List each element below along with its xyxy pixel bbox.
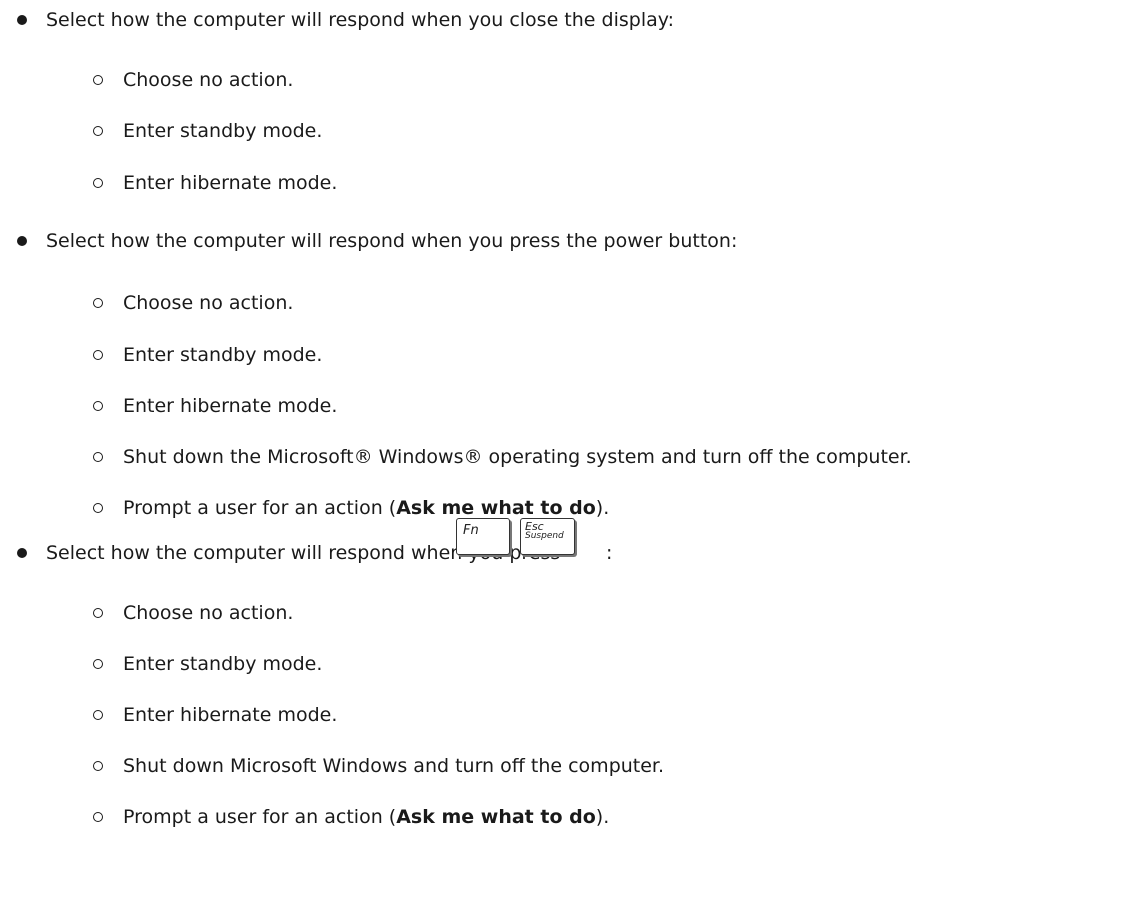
section-heading-display-close: Select how the computer will respond whe… xyxy=(46,9,675,31)
list-item: Enter standby mode. xyxy=(123,120,323,142)
circle-bullet-icon xyxy=(93,298,103,308)
fn-key-icon: Fn xyxy=(456,518,510,555)
circle-bullet-icon xyxy=(93,608,103,618)
fn-key-label: Fn xyxy=(463,523,479,538)
circle-bullet-icon xyxy=(93,178,103,188)
circle-bullet-icon xyxy=(93,75,103,85)
list-item: Enter standby mode. xyxy=(123,653,323,675)
section-heading-power-button: Select how the computer will respond whe… xyxy=(46,230,738,252)
esc-suspend-key-icon: Esc Suspend xyxy=(520,518,575,555)
heading-colon: : xyxy=(606,542,613,564)
list-item: Enter hibernate mode. xyxy=(123,172,338,194)
circle-bullet-icon xyxy=(93,659,103,669)
suspend-key-label: Suspend xyxy=(525,531,564,541)
circle-bullet-icon xyxy=(93,126,103,136)
circle-bullet-icon xyxy=(93,503,103,513)
circle-bullet-icon xyxy=(93,452,103,462)
circle-bullet-icon xyxy=(93,350,103,360)
circle-bullet-icon xyxy=(93,710,103,720)
bullet-icon xyxy=(17,236,27,246)
circle-bullet-icon xyxy=(93,812,103,822)
list-item: Choose no action. xyxy=(123,602,294,624)
list-item-prompt: Prompt a user for an action (Ask me what… xyxy=(123,806,610,828)
bullet-icon xyxy=(17,15,27,25)
list-item-prompt: Prompt a user for an action (Ask me what… xyxy=(123,497,610,519)
bullet-icon xyxy=(17,548,27,558)
list-item: Enter hibernate mode. xyxy=(123,704,338,726)
list-item: Choose no action. xyxy=(123,69,294,91)
list-item: Enter hibernate mode. xyxy=(123,395,338,417)
list-item: Choose no action. xyxy=(123,292,294,314)
list-item: Enter standby mode. xyxy=(123,344,323,366)
circle-bullet-icon xyxy=(93,401,103,411)
list-item: Shut down Microsoft Windows and turn off… xyxy=(123,755,665,777)
circle-bullet-icon xyxy=(93,761,103,771)
list-item: Shut down the Microsoft® Windows® operat… xyxy=(123,446,912,468)
